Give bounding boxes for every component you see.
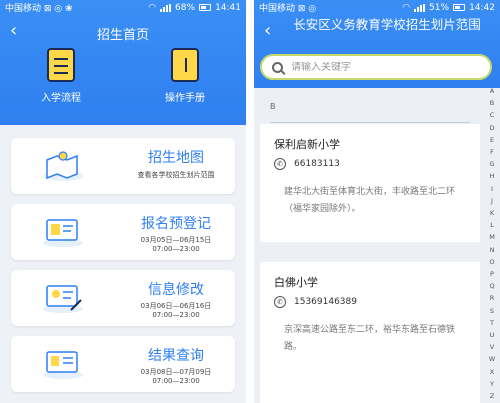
alphabet-letter[interactable]: R <box>490 292 495 304</box>
battery-percent: 68% <box>175 2 196 13</box>
school-name: 白佛小学 <box>274 276 318 289</box>
search-input[interactable] <box>291 61 461 73</box>
map-icon <box>43 151 83 181</box>
alphabet-letter[interactable]: G <box>489 158 494 170</box>
card-time-range: 07:00—23:00 <box>152 245 200 253</box>
alphabet-letter[interactable]: U <box>490 329 495 341</box>
back-button[interactable]: ‹ <box>264 22 271 40</box>
school-address: 建华北大街至体育北大街，丰收路至北二环（福华家园除外）。 <box>284 187 456 214</box>
signal-icon <box>160 3 172 12</box>
book-icon <box>171 48 199 82</box>
school-phone[interactable]: 15369146389 <box>294 297 357 307</box>
school-item[interactable]: 保利启新小学 ✆ 66183113 建华北大街至体育北大街，丰收路至北二环（福华… <box>260 124 480 242</box>
alphabet-letter[interactable]: S <box>490 305 494 317</box>
alphabet-letter[interactable]: F <box>490 146 494 158</box>
alphabet-letter[interactable]: V <box>490 341 494 353</box>
info-edit-card[interactable]: 信息修改 03月06日—06月16日 07:00—23:00 <box>11 270 235 326</box>
alphabet-letter[interactable]: A <box>490 85 494 97</box>
result-document-icon <box>43 351 83 379</box>
left-screen: 中国移动 ⊠ ◎ ❀ ◠ 68% 14:41 ‹ 招生首页 入学流程 操作手册 … <box>0 0 246 403</box>
status-bar: 中国移动 ⊠ ◎ ◠ 51% 14:42 <box>254 0 500 15</box>
alphabet-letter[interactable]: H <box>490 170 495 182</box>
alphabet-letter[interactable]: P <box>490 268 494 280</box>
card-time-range: 07:00—23:00 <box>152 311 200 319</box>
alphabet-letter[interactable]: Z <box>490 390 494 402</box>
clock: 14:42 <box>469 2 495 13</box>
wifi-icon: ◠ <box>402 2 411 13</box>
school-name: 保利启新小学 <box>274 138 340 151</box>
card-time-range: 07:00—23:00 <box>152 377 200 385</box>
wifi-icon: ◠ <box>148 2 157 13</box>
alphabet-letter[interactable]: W <box>489 353 495 365</box>
carrier-text: 中国移动 ⊠ ◎ <box>259 4 317 14</box>
page-title: 长安区义务教育学校招生划片范围 <box>293 17 481 32</box>
user-manual-label: 操作手册 <box>165 93 205 104</box>
alphabet-letter[interactable]: J <box>491 195 493 207</box>
card-title: 招生地图 <box>148 150 204 166</box>
alphabet-letter[interactable]: I <box>491 183 493 195</box>
id-card-icon <box>43 219 83 247</box>
alphabet-letter[interactable]: N <box>490 244 495 256</box>
signal-icon <box>414 3 426 12</box>
search-icon <box>272 61 283 73</box>
school-phone[interactable]: 66183113 <box>294 159 340 169</box>
card-title: 报名预登记 <box>141 216 211 232</box>
phone-icon: ✆ <box>274 296 286 308</box>
battery-icon <box>199 4 212 11</box>
alphabet-letter[interactable]: B <box>490 97 494 109</box>
battery-percent: 51% <box>429 2 450 13</box>
card-date-range: 03月05日—06月15日 <box>140 236 212 244</box>
alphabet-letter[interactable]: M <box>489 231 495 243</box>
clock: 14:41 <box>215 2 241 13</box>
alphabet-letter[interactable]: X <box>490 366 494 378</box>
school-item[interactable]: 白佛小学 ✆ 15369146389 京深高速公路至东二环，裕华东路至石德铁路。 <box>260 262 480 403</box>
school-address: 京深高速公路至东二环，裕华东路至石德铁路。 <box>284 325 456 352</box>
card-date-range: 03月06日—06月16日 <box>140 302 212 310</box>
card-date-range: 03月08日—07月09日 <box>140 368 212 376</box>
card-title: 信息修改 <box>148 282 204 298</box>
enrollment-map-card[interactable]: 招生地图 查看各学校招生划片范围 <box>11 138 235 194</box>
alphabet-letter[interactable]: O <box>489 256 494 268</box>
alphabet-letter[interactable]: D <box>489 122 494 134</box>
card-subtitle: 查看各学校招生划片范围 <box>137 171 215 179</box>
alphabet-letter[interactable]: Y <box>490 378 494 390</box>
alphabet-letter[interactable]: L <box>490 219 494 231</box>
page-title: 招生首页 <box>96 28 149 43</box>
alphabet-letter[interactable]: K <box>490 207 494 219</box>
battery-icon <box>453 4 466 11</box>
alphabet-letter[interactable]: T <box>490 317 494 329</box>
status-bar: 中国移动 ⊠ ◎ ❀ ◠ 68% 14:41 <box>0 0 246 15</box>
phone-icon: ✆ <box>274 158 286 170</box>
user-manual-button[interactable]: 操作手册 <box>160 48 210 104</box>
card-title: 结果查询 <box>148 348 204 364</box>
alphabet-index[interactable]: ABCDEFGHIJKLMNOPQRSTUVWXYZ# <box>486 85 498 403</box>
result-query-card[interactable]: 结果查询 03月08日—07月09日 07:00—23:00 <box>11 336 235 392</box>
enrollment-flow-button[interactable]: 入学流程 <box>36 48 86 104</box>
carrier-text: 中国移动 ⊠ ◎ ❀ <box>5 4 73 14</box>
pre-registration-card[interactable]: 报名预登记 03月05日—06月15日 07:00—23:00 <box>11 204 235 260</box>
divider <box>270 122 470 123</box>
alphabet-letter[interactable]: C <box>490 109 495 121</box>
alphabet-letter[interactable]: Q <box>489 280 494 292</box>
section-header: B <box>270 102 276 111</box>
edit-profile-icon <box>43 285 83 313</box>
search-bar[interactable] <box>260 54 492 80</box>
clipboard-icon <box>47 48 75 82</box>
alphabet-letter[interactable]: E <box>490 134 494 146</box>
right-screen: 中国移动 ⊠ ◎ ◠ 51% 14:42 ‹ 长安区义务教育学校招生划片范围 B… <box>254 0 500 403</box>
enrollment-flow-label: 入学流程 <box>41 93 81 104</box>
